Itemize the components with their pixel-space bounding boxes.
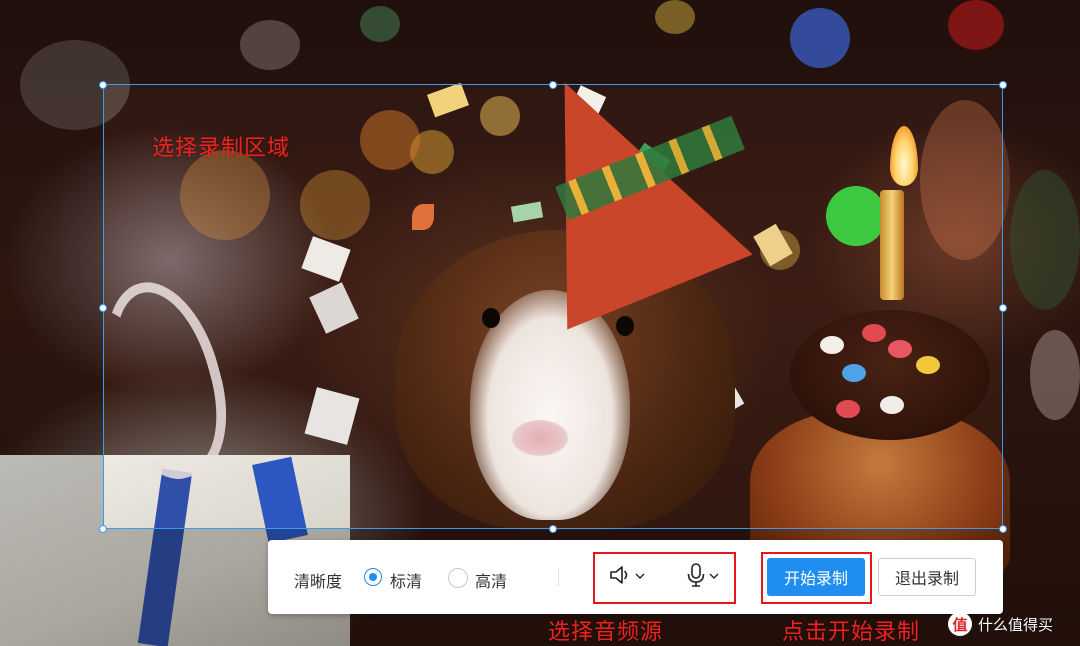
quality-label: 清晰度 xyxy=(294,572,343,591)
dim-overlay xyxy=(0,84,103,529)
chevron-down-icon xyxy=(708,568,720,586)
microphone-dropdown[interactable] xyxy=(684,562,720,592)
annotation-click-start: 点击开始录制 xyxy=(782,620,921,645)
toolbar-divider xyxy=(558,568,559,586)
resize-handle-bottom[interactable] xyxy=(549,525,557,533)
resize-handle-bottom-left[interactable] xyxy=(99,525,107,533)
resize-handle-top-right[interactable] xyxy=(999,81,1007,89)
annotation-select-area: 选择录制区域 xyxy=(152,136,291,161)
resize-handle-bottom-right[interactable] xyxy=(999,525,1007,533)
radio-standard-quality[interactable] xyxy=(364,568,382,586)
microphone-icon xyxy=(684,562,708,593)
resize-handle-top[interactable] xyxy=(549,81,557,89)
annotation-select-audio: 选择音频源 xyxy=(548,620,664,645)
radio-standard-quality-label[interactable]: 标清 xyxy=(390,568,422,592)
dim-overlay xyxy=(1003,84,1080,529)
exit-recording-button[interactable]: 退出录制 xyxy=(878,558,976,596)
speaker-icon xyxy=(608,563,634,592)
start-recording-button[interactable]: 开始录制 xyxy=(767,558,865,596)
resize-handle-left[interactable] xyxy=(99,304,107,312)
chevron-down-icon xyxy=(634,568,646,586)
recording-toolbar: 清晰度 标清 高清 开始录制 退出录制 xyxy=(268,540,1003,614)
radio-high-quality-label[interactable]: 高清 xyxy=(475,568,507,592)
watermark: 值 什么值得买 xyxy=(948,611,1053,637)
resize-handle-top-left[interactable] xyxy=(99,81,107,89)
watermark-text: 什么值得买 xyxy=(978,615,1054,634)
watermark-logo: 值 xyxy=(948,612,972,636)
radio-high-quality[interactable] xyxy=(448,568,468,588)
resize-handle-right[interactable] xyxy=(999,304,1007,312)
dim-overlay xyxy=(0,0,1080,84)
speaker-dropdown[interactable] xyxy=(608,562,646,592)
